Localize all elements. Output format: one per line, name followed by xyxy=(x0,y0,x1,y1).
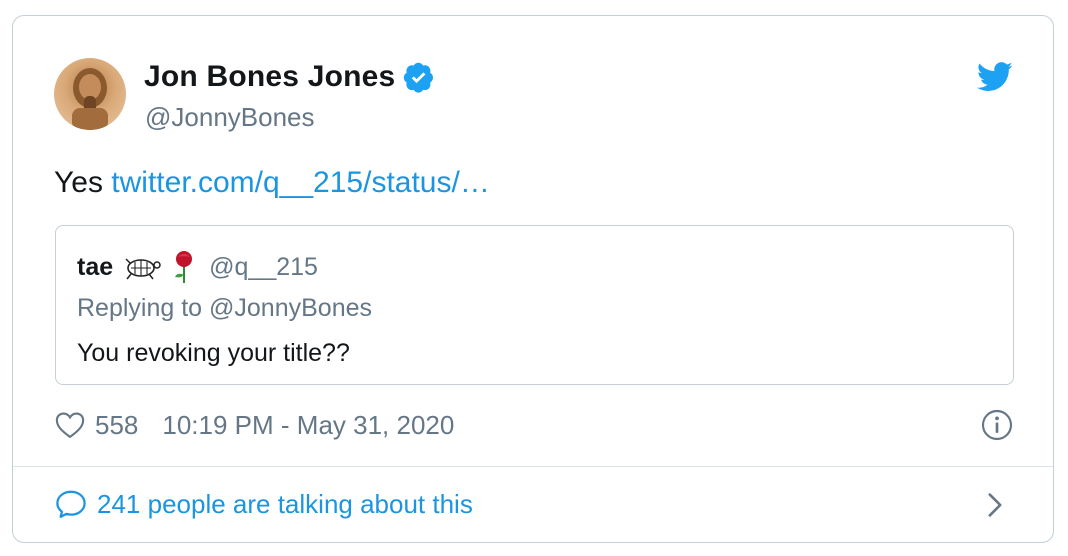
conversation-link[interactable]: 241 people are talking about this xyxy=(55,486,473,522)
replying-to: Replying to @JonnyBones xyxy=(77,294,372,322)
author-row: Jon Bones Jones xyxy=(144,58,435,96)
tweet-text-prefix: Yes xyxy=(54,166,103,199)
quoted-text: You revoking your title?? xyxy=(77,339,350,367)
like-count[interactable]: 558 xyxy=(95,410,138,441)
heart-icon[interactable] xyxy=(55,411,85,439)
tweet-timestamp[interactable]: 10:19 PM - May 31, 2020 xyxy=(162,410,454,441)
quoted-author-handle: @q__215 xyxy=(209,252,318,281)
conversation-text[interactable]: 241 people are talking about this xyxy=(97,489,473,520)
avatar[interactable] xyxy=(54,58,126,130)
author-name[interactable]: Jon Bones Jones xyxy=(144,60,395,94)
divider xyxy=(13,466,1053,467)
verified-badge-icon xyxy=(404,62,434,93)
tweet-link[interactable]: twitter.com/q__215/status/… xyxy=(111,166,490,199)
avatar-image-icon xyxy=(72,68,108,130)
quoted-tweet[interactable]: tae @q__215 Replying to @JonnyBones You … xyxy=(55,225,1014,385)
tweet-text: Yes twitter.com/q__215/status/… xyxy=(54,166,490,200)
turtle-emoji-icon xyxy=(121,252,161,282)
chevron-right-icon[interactable] xyxy=(985,492,1005,518)
tweet-card[interactable]: Jon Bones Jones @JonnyBones Yes twitter.… xyxy=(12,15,1054,543)
quoted-author-row: tae @q__215 xyxy=(77,250,318,284)
tweet-meta: 558 10:19 PM - May 31, 2020 xyxy=(55,408,454,442)
twitter-bird-icon[interactable] xyxy=(977,62,1013,92)
quoted-author-name: tae xyxy=(77,252,114,281)
info-icon[interactable] xyxy=(981,409,1013,441)
rose-emoji-icon xyxy=(169,250,199,284)
author-handle[interactable]: @JonnyBones xyxy=(145,102,315,133)
speech-bubble-icon xyxy=(56,490,86,518)
